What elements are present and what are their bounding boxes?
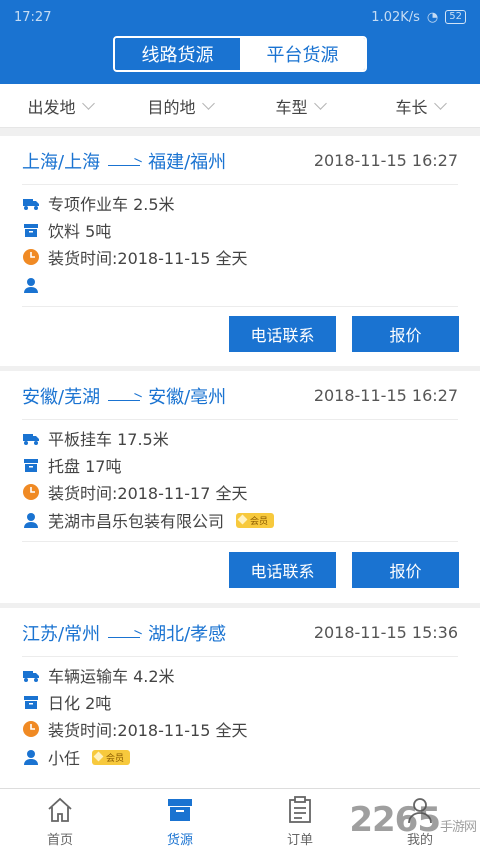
origin: 安徽/芜湖 bbox=[22, 387, 101, 408]
route: 上海/上海 福建/福州 bbox=[22, 148, 226, 174]
vehicle-row: 车辆运输车 4.2米 bbox=[22, 664, 175, 686]
destination: 安徽/亳州 bbox=[148, 387, 227, 408]
route: 江苏/常州 湖北/孝感 bbox=[22, 620, 226, 646]
status-bar: 17:27 1.02K/s ◔ 52 bbox=[0, 0, 480, 34]
tab-home[interactable]: 首页 bbox=[0, 789, 120, 853]
divider bbox=[22, 419, 458, 420]
cargo-box-icon bbox=[168, 798, 192, 821]
loading-time-row: 装货时间:2018-11-15 全天 bbox=[22, 246, 247, 268]
divider bbox=[22, 184, 458, 185]
box-icon bbox=[22, 456, 40, 474]
post-time: 2018-11-15 16:27 bbox=[313, 151, 458, 170]
listing-card[interactable]: 江苏/常州 湖北/孝感 2018-11-15 15:36 车辆运输车 4.2米 日… bbox=[0, 608, 480, 788]
cargo-row: 托盘 17吨 bbox=[22, 454, 121, 476]
clock-icon bbox=[22, 248, 40, 266]
cargo-row: 日化 2吨 bbox=[22, 691, 111, 713]
loading-time-row: 装货时间:2018-11-17 全天 bbox=[22, 481, 247, 503]
shipper-row bbox=[22, 274, 48, 296]
box-icon bbox=[22, 221, 40, 239]
quote-button[interactable]: 报价 bbox=[352, 552, 459, 588]
chevron-down-icon bbox=[433, 96, 447, 110]
divider bbox=[22, 541, 458, 542]
call-button[interactable]: 电话联系 bbox=[229, 552, 336, 588]
listing-card[interactable]: 上海/上海 福建/福州 2018-11-15 16:27 专项作业车 2.5米 饮… bbox=[0, 136, 480, 366]
arrow-right-icon bbox=[108, 391, 141, 401]
person-icon bbox=[22, 748, 40, 766]
tab-cargo-sources[interactable]: 货源 bbox=[120, 789, 240, 853]
origin: 上海/上海 bbox=[22, 152, 101, 173]
member-badge: 会员 bbox=[236, 512, 275, 528]
network-speed: 1.02K/s bbox=[371, 9, 420, 25]
chevron-down-icon bbox=[313, 96, 327, 110]
person-icon bbox=[22, 276, 40, 294]
shipper-row: 小任 会员 bbox=[22, 746, 131, 768]
route: 安徽/芜湖 安徽/亳州 bbox=[22, 383, 226, 409]
clock-icon bbox=[22, 483, 40, 501]
filter-bar: 出发地 目的地 车型 车长 bbox=[0, 84, 480, 128]
cargo-row: 饮料 5吨 bbox=[22, 219, 111, 241]
vehicle-row: 平板挂车 17.5米 bbox=[22, 427, 169, 449]
clipboard-icon bbox=[289, 795, 311, 823]
truck-icon bbox=[22, 194, 40, 212]
vehicle-row: 专项作业车 2.5米 bbox=[22, 192, 175, 214]
truck-icon bbox=[22, 429, 40, 447]
clock-icon bbox=[22, 720, 40, 738]
source-segment-control: 线路货源 平台货源 bbox=[113, 36, 367, 72]
destination: 福建/福州 bbox=[148, 152, 227, 173]
filter-vehicle-length[interactable]: 车长 bbox=[360, 84, 480, 127]
quote-button[interactable]: 报价 bbox=[352, 316, 459, 352]
status-time: 17:27 bbox=[14, 9, 52, 25]
listing-card[interactable]: 安徽/芜湖 安徽/亳州 2018-11-15 16:27 平板挂车 17.5米 托… bbox=[0, 371, 480, 603]
tab-orders[interactable]: 订单 bbox=[240, 789, 360, 853]
filter-origin[interactable]: 出发地 bbox=[0, 84, 120, 127]
origin: 江苏/常州 bbox=[22, 624, 101, 645]
member-badge: 会员 bbox=[92, 749, 131, 765]
loading-time-row: 装货时间:2018-11-15 全天 bbox=[22, 718, 247, 740]
post-time: 2018-11-15 16:27 bbox=[313, 386, 458, 405]
call-button[interactable]: 电话联系 bbox=[229, 316, 336, 352]
filter-destination[interactable]: 目的地 bbox=[120, 84, 240, 127]
chevron-down-icon bbox=[201, 96, 215, 110]
person-icon bbox=[22, 511, 40, 529]
destination: 湖北/孝感 bbox=[148, 624, 227, 645]
chevron-down-icon bbox=[81, 96, 95, 110]
post-time: 2018-11-15 15:36 bbox=[313, 623, 458, 642]
home-icon bbox=[48, 797, 72, 822]
arrow-right-icon bbox=[108, 628, 141, 638]
tab-route-sources[interactable]: 线路货源 bbox=[115, 38, 240, 70]
battery-icon: 52 bbox=[445, 10, 466, 24]
shipper-row: 芜湖市昌乐包装有限公司 会员 bbox=[22, 509, 275, 531]
truck-icon bbox=[22, 666, 40, 684]
arrow-right-icon bbox=[108, 156, 141, 166]
divider bbox=[22, 306, 458, 307]
box-icon bbox=[22, 693, 40, 711]
app-header: 17:27 1.02K/s ◔ 52 线路货源 平台货源 bbox=[0, 0, 480, 84]
wifi-icon: ◔ bbox=[426, 9, 439, 25]
divider bbox=[22, 656, 458, 657]
tab-platform-sources[interactable]: 平台货源 bbox=[240, 38, 365, 70]
filter-vehicle-type[interactable]: 车型 bbox=[240, 84, 360, 127]
watermark-logo: 2265手游网 bbox=[349, 800, 477, 840]
